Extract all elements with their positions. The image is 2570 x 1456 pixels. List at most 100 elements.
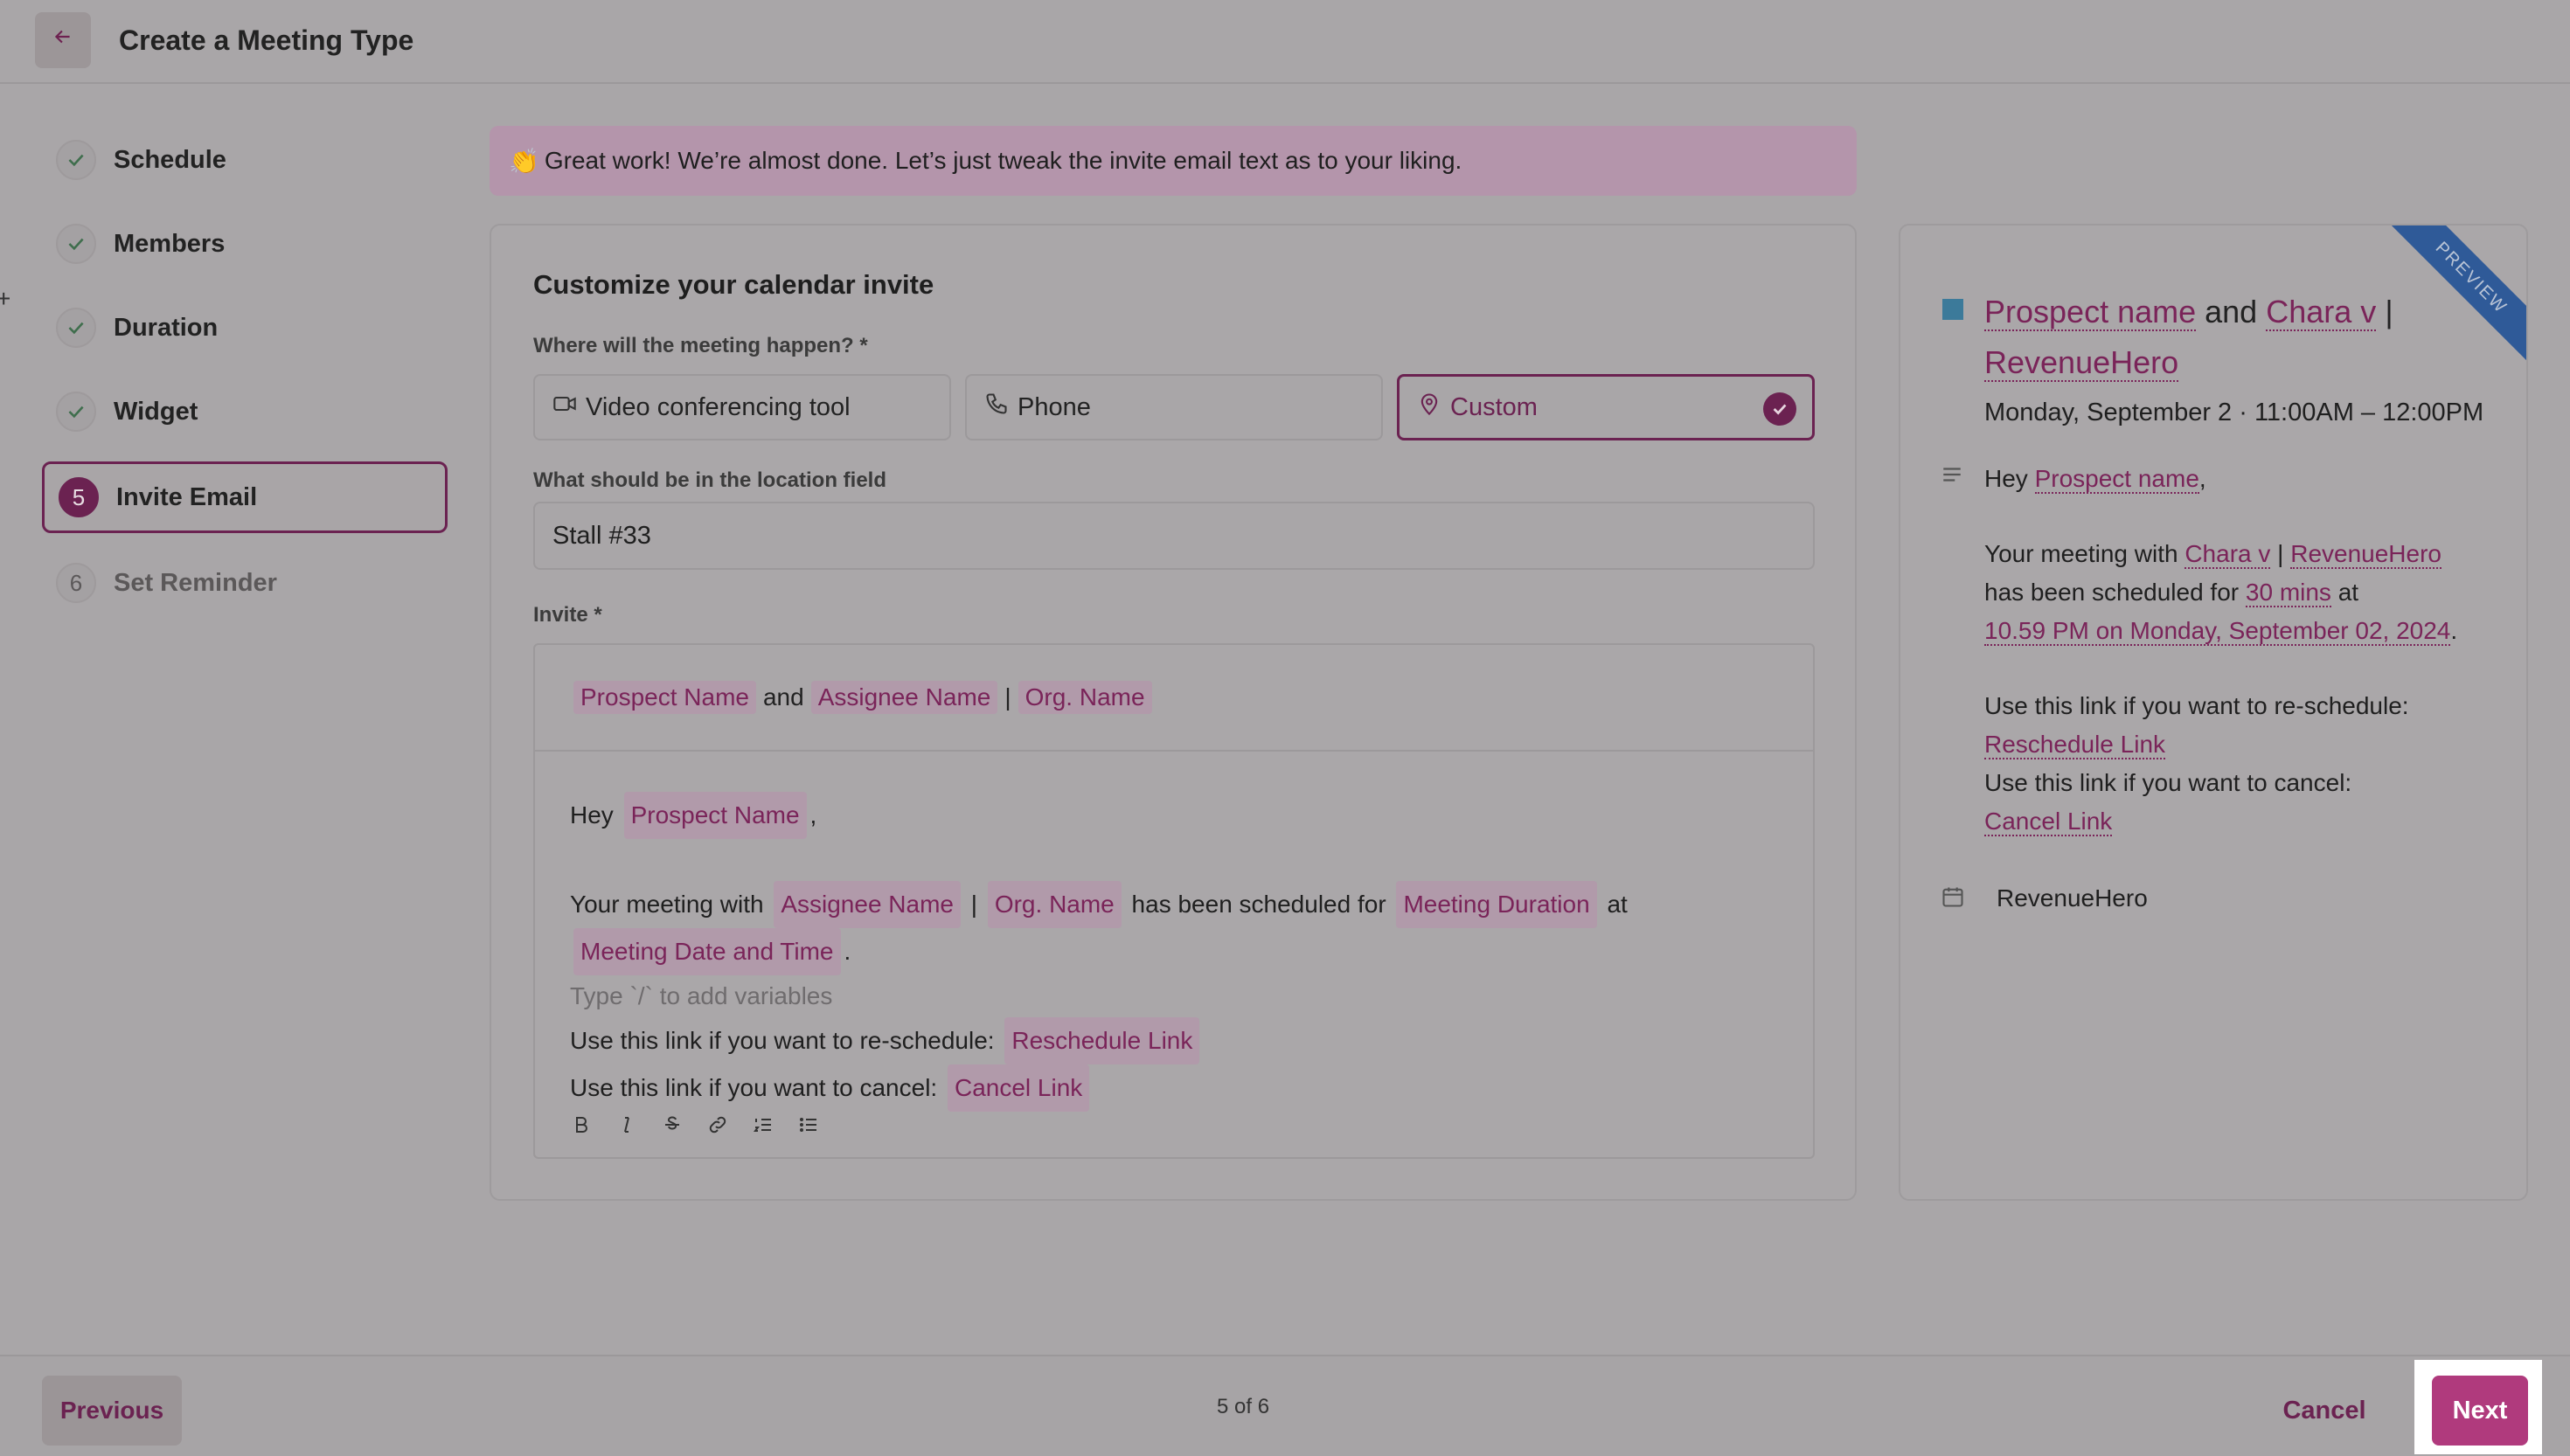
step-label: Set Reminder	[114, 568, 277, 597]
previous-button[interactable]: Previous	[42, 1376, 182, 1446]
step-set-reminder[interactable]: 6 Set Reminder	[42, 547, 448, 619]
body-text: at	[1607, 891, 1628, 918]
preview-variable: Prospect name	[2034, 465, 2199, 494]
step-members[interactable]: Members	[42, 208, 448, 280]
preview-body: Hey Prospect name, Your meeting with Cha…	[1984, 460, 2509, 841]
ordered-list-icon[interactable]	[750, 1112, 776, 1138]
location-input[interactable]: Stall #33	[533, 502, 1815, 570]
next-button[interactable]: Next	[2432, 1376, 2528, 1446]
option-phone[interactable]: Phone	[965, 374, 1383, 440]
variable-chip[interactable]: Prospect Name	[573, 681, 756, 714]
variable-chip[interactable]: Org. Name	[1018, 681, 1152, 714]
option-label: Custom	[1450, 392, 1538, 421]
back-button[interactable]	[35, 12, 91, 68]
step-label: Duration	[114, 313, 219, 342]
body-line: Meeting Date and Time.	[570, 928, 1787, 975]
preview-text: .	[2450, 617, 2458, 644]
preview-organizer: RevenueHero	[1997, 884, 2148, 912]
preview-text: ,	[2198, 465, 2206, 492]
preview-variable: Chara v	[2184, 540, 2271, 569]
variable-chip[interactable]: Cancel Link	[947, 1064, 1090, 1112]
preview-title: Prospect name and Chara v | RevenueHero	[1984, 287, 2474, 388]
card-title: Customize your calendar invite	[533, 269, 934, 300]
check-icon	[56, 224, 96, 264]
body-line: Use this link if you want to cancel: Can…	[570, 1064, 1787, 1112]
editor-placeholder: Type `/` to add variables	[570, 982, 833, 1009]
check-icon	[56, 308, 96, 348]
check-icon	[56, 392, 96, 432]
link-icon[interactable]	[705, 1112, 731, 1138]
option-custom[interactable]: Custom	[1397, 374, 1815, 440]
variable-chip[interactable]: Assignee Name	[774, 881, 961, 928]
location-type-label: Where will the meeting happen? *	[533, 334, 868, 357]
event-color-square	[1942, 299, 1963, 320]
banner-text: Great work! We’re almost done. Let’s jus…	[544, 147, 1462, 174]
step-schedule[interactable]: Schedule	[42, 124, 448, 196]
body-text: .	[844, 938, 851, 965]
step-label: Members	[114, 229, 226, 258]
variable-chip[interactable]: Reschedule Link	[1004, 1017, 1200, 1064]
bullet-list-icon[interactable]	[795, 1112, 822, 1138]
invite-card: Customize your calendar invite Where wil…	[490, 224, 1857, 1201]
cancel-button[interactable]: Cancel	[2259, 1376, 2390, 1446]
preview-text: Use this link if you want to cancel:	[1984, 769, 2352, 796]
check-icon	[56, 140, 96, 180]
body-text: ,	[809, 801, 817, 829]
step-number: 5	[59, 477, 99, 517]
preview-text: |	[2385, 294, 2393, 329]
preview-variable: RevenueHero	[1984, 344, 2179, 382]
invite-body[interactable]: Hey Prospect Name, Your meeting with Ass…	[570, 792, 1787, 1112]
option-video-conferencing[interactable]: Video conferencing tool	[533, 374, 951, 440]
plus-icon[interactable]: +	[0, 285, 21, 313]
preview-date: Monday, September 2 · 11:00AM – 12:00PM	[1984, 399, 2484, 426]
step-invite-email[interactable]: 5 Invite Email	[42, 461, 448, 533]
invite-editor[interactable]: Prospect Name and Assignee Name | Org. N…	[533, 643, 1815, 1159]
separator: |	[1004, 683, 1011, 711]
step-duration[interactable]: Duration	[42, 292, 448, 364]
calendar-icon	[1941, 884, 1965, 909]
variable-chip[interactable]: Assignee Name	[810, 681, 998, 714]
preview-variable: 10.59 PM on Monday, September 02, 2024	[1984, 617, 2451, 646]
subject-text: and	[762, 683, 804, 711]
body-text: Hey	[570, 801, 614, 829]
preview-variable: Prospect name	[1984, 294, 2197, 331]
body-text: has been scheduled for	[1131, 891, 1386, 918]
preview-text: at	[2337, 579, 2359, 606]
invite-preview: PREVIEW Prospect name and Chara v | Reve…	[1899, 224, 2528, 1201]
option-label: Phone	[1018, 392, 1091, 421]
page-header: Create a Meeting Type	[0, 0, 2570, 84]
footer-bar: Previous 5 of 6 Cancel Next	[0, 1355, 2570, 1456]
arrow-left-icon	[52, 25, 74, 55]
variable-chip[interactable]: Meeting Date and Time	[573, 928, 841, 975]
preview-link: Reschedule Link	[1984, 731, 2166, 759]
step-label: Schedule	[114, 145, 226, 174]
option-label: Video conferencing tool	[586, 392, 851, 421]
preview-text: Use this link if you want to re-schedule…	[1984, 692, 2409, 719]
page-title: Create a Meeting Type	[119, 24, 414, 56]
variable-chip[interactable]: Prospect Name	[623, 792, 807, 839]
clap-emoji: 👏	[509, 147, 539, 175]
preview-text: has been scheduled for	[1984, 579, 2240, 606]
preview-variable: RevenueHero	[2290, 540, 2442, 569]
step-widget[interactable]: Widget	[42, 376, 448, 447]
variable-chip[interactable]: Org. Name	[987, 881, 1122, 928]
variable-chip[interactable]: Meeting Duration	[1396, 881, 1597, 928]
formatting-toolbar	[568, 1112, 822, 1138]
step-label: Invite Email	[116, 482, 258, 511]
step-label: Widget	[114, 397, 198, 426]
step-number: 6	[56, 563, 96, 603]
italic-icon[interactable]	[614, 1112, 640, 1138]
phone-icon	[984, 392, 1018, 423]
bold-icon[interactable]	[568, 1112, 594, 1138]
invite-subject[interactable]: Prospect Name and Assignee Name | Org. N…	[535, 645, 1813, 752]
body-text: Use this link if you want to re-schedule…	[570, 1027, 995, 1054]
info-banner: 👏 Great work! We’re almost done. Let’s j…	[490, 126, 1857, 196]
preview-text: and	[2205, 294, 2258, 329]
preview-text: |	[2277, 540, 2284, 567]
invite-label: Invite *	[533, 603, 602, 627]
strikethrough-icon[interactable]	[659, 1112, 685, 1138]
location-field-label: What should be in the location field	[533, 468, 886, 492]
preview-text: Hey	[1984, 465, 2028, 492]
selected-check-icon	[1763, 392, 1796, 426]
